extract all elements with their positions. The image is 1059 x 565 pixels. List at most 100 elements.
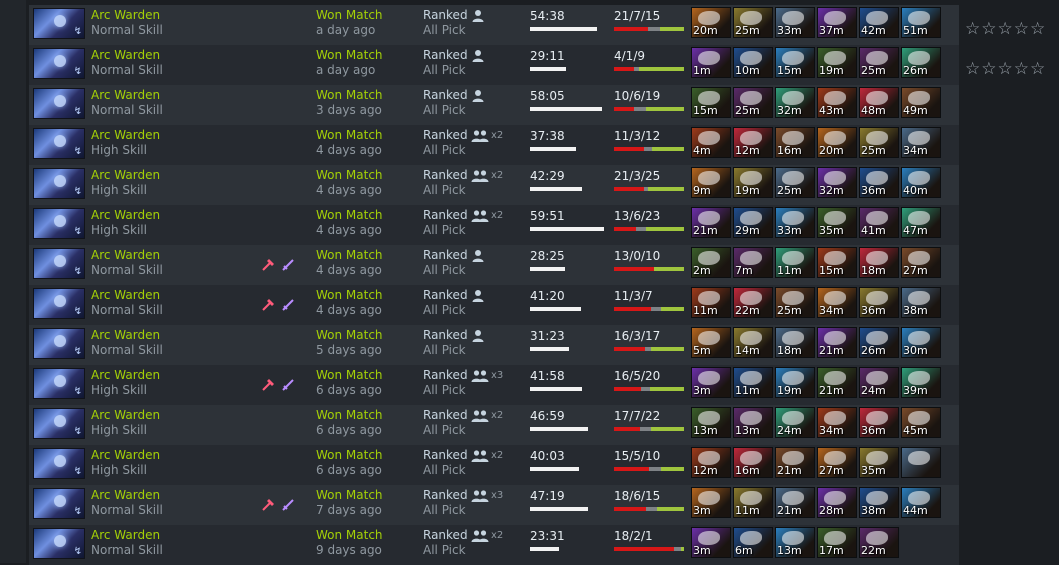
rating-star-icon[interactable]: ☆ [998,61,1013,78]
rating-star-icon[interactable]: ☆ [981,61,996,78]
match-row[interactable]: ↯ Arc Warden Normal Skill Won Match 4 days a… [29,285,959,325]
item-icon[interactable]: 19m [817,47,857,78]
item-icon[interactable]: 4m [691,127,731,158]
item-icon[interactable]: 28m [817,487,857,518]
rating-star-icon[interactable]: ☆ [1030,61,1045,78]
item-icon[interactable]: 21m [775,447,815,478]
match-row[interactable]: ↯ Arc Warden High Skill Won Match 6 days ago… [29,445,959,485]
item-icon[interactable]: 36m [859,167,899,198]
item-icon[interactable]: 10m [733,47,773,78]
item-icon[interactable]: 20m [817,127,857,158]
hero-name-link[interactable]: Arc Warden [91,448,160,462]
item-icon[interactable]: 5m [691,327,731,358]
hero-portrait[interactable]: ↯ [33,8,85,39]
item-icon[interactable]: 27m [901,247,941,278]
item-icon[interactable]: 19m [775,367,815,398]
match-row[interactable]: ↯ Arc Warden High Skill Won Match 4 days ago… [29,125,959,165]
match-row[interactable]: ↯ Arc Warden High Skill Won Match 6 days ago… [29,405,959,445]
item-icon[interactable]: 25m [733,7,773,38]
hero-name-link[interactable]: Arc Warden [91,128,160,142]
match-result-link[interactable]: Won Match [316,528,383,542]
hero-name-link[interactable]: Arc Warden [91,488,160,502]
hero-portrait[interactable]: ↯ [33,528,85,559]
item-icon[interactable]: 21m [691,207,731,238]
item-icon[interactable]: 16m [733,447,773,478]
item-icon[interactable]: 15m [775,47,815,78]
item-icon[interactable]: 3m [691,487,731,518]
match-result-link[interactable]: Won Match [316,8,383,22]
match-row[interactable]: ↯ Arc Warden Normal Skill Won Match a day ag… [29,5,1045,45]
item-icon[interactable]: 9m [691,167,731,198]
match-result-link[interactable]: Won Match [316,168,383,182]
match-result-link[interactable]: Won Match [316,328,383,342]
item-icon[interactable]: 11m [775,247,815,278]
item-icon[interactable]: 36m [859,407,899,438]
item-icon[interactable]: 24m [859,367,899,398]
match-result-link[interactable]: Won Match [316,128,383,142]
match-row[interactable]: ↯ Arc Warden Normal Skill Won Match 9 days a… [29,525,959,565]
match-row[interactable]: ↯ Arc Warden Normal Skill Won Match 4 days a… [29,245,959,285]
match-row[interactable]: ↯ Arc Warden High Skill Won Match 4 days ago… [29,165,959,205]
hero-portrait[interactable]: ↯ [33,448,85,479]
item-icon[interactable]: 22m [859,527,899,558]
item-icon[interactable]: 21m [775,487,815,518]
hero-portrait[interactable]: ↯ [33,368,85,399]
item-icon[interactable]: 2m [691,247,731,278]
item-icon[interactable]: 18m [775,327,815,358]
item-icon[interactable]: 44m [901,487,941,518]
item-icon[interactable]: 11m [691,287,731,318]
hero-name-link[interactable]: Arc Warden [91,288,160,302]
hero-name-link[interactable]: Arc Warden [91,248,160,262]
item-icon[interactable]: 39m [901,367,941,398]
item-icon[interactable]: 40m [901,167,941,198]
match-row[interactable]: ↯ Arc Warden Normal Skill Won Match 5 days a… [29,325,959,365]
item-icon[interactable]: 21m [817,367,857,398]
match-result-link[interactable]: Won Match [316,288,383,302]
item-icon[interactable]: 13m [691,407,731,438]
hero-portrait[interactable]: ↯ [33,128,85,159]
match-result-link[interactable]: Won Match [316,448,383,462]
rating-star-icon[interactable]: ☆ [965,21,980,38]
item-icon[interactable]: 32m [775,87,815,118]
match-rating[interactable]: ☆☆☆☆☆ [965,19,1046,38]
item-icon[interactable]: 19m [733,167,773,198]
hero-name-link[interactable]: Arc Warden [91,208,160,222]
match-result-link[interactable]: Won Match [316,248,383,262]
hero-portrait[interactable]: ↯ [33,488,85,519]
item-icon[interactable]: 51m [901,7,941,38]
item-icon[interactable]: 26m [901,47,941,78]
item-icon[interactable]: 34m [817,407,857,438]
item-icon[interactable]: 45m [901,407,941,438]
hero-portrait[interactable]: ↯ [33,248,85,279]
item-icon[interactable]: 36m [859,287,899,318]
item-icon[interactable]: 17m [817,527,857,558]
match-row[interactable]: ↯ Arc Warden Normal Skill Won Match 7 days a… [29,485,959,525]
match-row[interactable]: ↯ Arc Warden Normal Skill Won Match a day ag… [29,45,1045,85]
hero-portrait[interactable]: ↯ [33,88,85,119]
rating-star-icon[interactable]: ☆ [965,61,980,78]
rating-star-icon[interactable]: ☆ [981,21,996,38]
item-icon[interactable]: 15m [691,87,731,118]
item-icon[interactable]: 25m [775,287,815,318]
hero-portrait[interactable]: ↯ [33,408,85,439]
item-icon[interactable]: 3m [691,527,731,558]
hero-name-link[interactable]: Arc Warden [91,408,160,422]
item-icon[interactable]: 27m [817,447,857,478]
hero-name-link[interactable]: Arc Warden [91,528,160,542]
hero-portrait[interactable]: ↯ [33,48,85,79]
item-icon[interactable]: 35m [817,207,857,238]
item-icon[interactable]: 7m [733,247,773,278]
hero-portrait[interactable]: ↯ [33,328,85,359]
item-icon[interactable]: 25m [733,87,773,118]
item-icon[interactable]: 25m [775,167,815,198]
item-icon[interactable]: 26m [859,327,899,358]
match-row[interactable]: ↯ Arc Warden High Skill Won Match 6 days ago… [29,365,959,405]
hero-name-link[interactable]: Arc Warden [91,368,160,382]
hero-name-link[interactable]: Arc Warden [91,168,160,182]
item-icon[interactable]: 25m [859,47,899,78]
rating-star-icon[interactable]: ☆ [1014,61,1029,78]
rating-star-icon[interactable]: ☆ [998,21,1013,38]
hero-portrait[interactable]: ↯ [33,208,85,239]
match-result-link[interactable]: Won Match [316,408,383,422]
item-icon[interactable]: 18m [859,247,899,278]
